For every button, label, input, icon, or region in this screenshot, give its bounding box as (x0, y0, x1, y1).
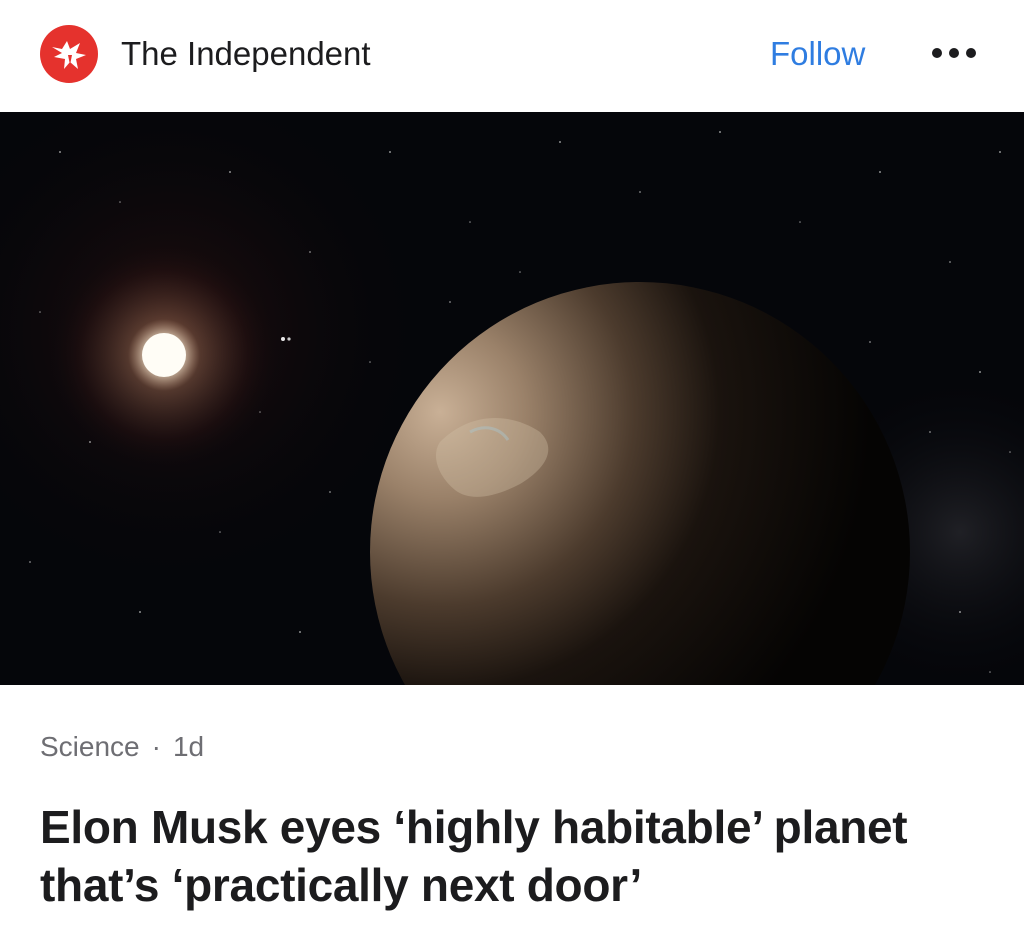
more-options-icon[interactable] (930, 40, 978, 66)
article-header: The Independent Follow (0, 0, 1024, 112)
planet-image (0, 112, 1024, 685)
article-hero-image[interactable] (0, 112, 1024, 685)
article-category[interactable]: Science (40, 731, 140, 762)
eagle-logo-icon (52, 41, 86, 69)
article-meta: Science · 1d (40, 728, 204, 766)
meta-separator: · (151, 731, 161, 762)
article-headline[interactable]: Elon Musk eyes ‘highly habitable’ planet… (40, 798, 1000, 914)
publisher-name[interactable]: The Independent (121, 34, 371, 74)
publisher-logo-icon[interactable] (40, 25, 98, 83)
follow-button[interactable]: Follow (770, 34, 865, 74)
article-age: 1d (172, 731, 205, 762)
